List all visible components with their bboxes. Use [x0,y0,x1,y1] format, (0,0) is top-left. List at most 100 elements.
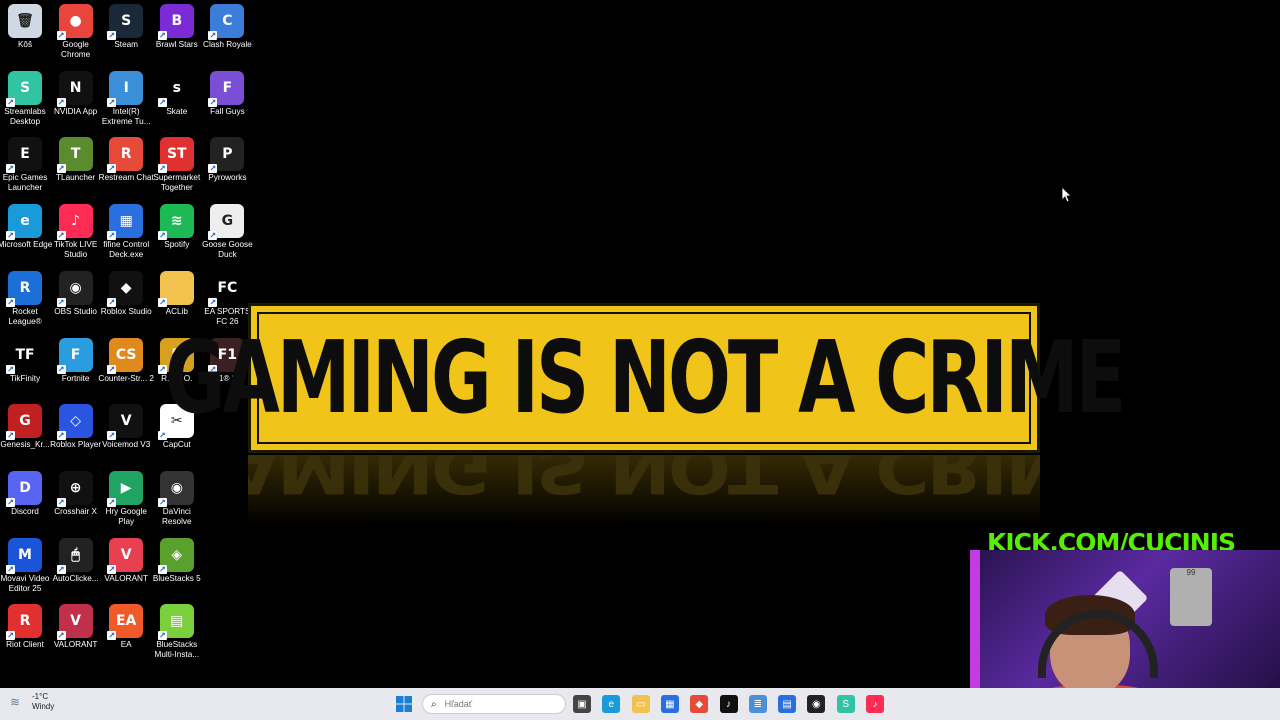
desktop-icon-skate[interactable]: s ↗ Skate [152,70,202,117]
desktop-icon-bluestacks[interactable]: ◈ ↗ BlueStacks 5 [152,537,202,584]
riot-client-icon: R ↗ [6,604,42,641]
desktop-icon-supermarket[interactable]: ST ↗ Supermarket Together [152,137,202,193]
desktop-icon-label: Restream Chat [98,173,154,183]
shortcut-arrow-icon: ↗ [6,431,15,441]
desktop-icon-ea-fc[interactable]: FC ↗ EA SPORTS FC 26 [202,270,252,327]
taskbar-app-red-diamond-icon[interactable]: ◆ [690,695,709,713]
desktop-icon-label: BlueStacks 5 [152,573,201,583]
taskbar-store-icon[interactable]: ▦ [660,695,679,713]
desktop-icon-tikfinity[interactable]: TF ↗ TikFinity [0,337,50,384]
desktop-icon-clash-royale[interactable]: C ↗ Clash Royale [202,4,252,50]
desktop-icon-ea[interactable]: EA ↗ EA [101,604,151,650]
desktop-icon-pyroworks[interactable]: P ↗ Pyroworks [202,137,252,183]
banner-reflection: GAMING IS NOT A CRIME [248,455,1040,525]
desktop-icon-riot-client[interactable]: R ↗ Riot Client [0,604,50,650]
desktop-icon-crosshair[interactable]: ⊕ ↗ Crosshair X [51,470,101,517]
desktop-icon-streamlabs[interactable]: S ↗ Streamlabs Desktop [0,70,50,127]
desktop-icon-chrome[interactable]: ● ↗ Google Chrome [51,4,101,60]
shortcut-arrow-icon: ↗ [6,164,15,174]
desktop-icon-obs[interactable]: ◉ ↗ OBS Studio [51,270,101,317]
shortcut-arrow-icon: ↗ [157,231,167,241]
desktop-icon-tlauncher[interactable]: T ↗ TLauncher [51,137,101,183]
desktop-icon-label: Roblox Player [50,440,102,450]
desktop-icon-valorant[interactable]: V ↗ VALORANT [101,537,151,584]
desktop-icon-label: AutoClicke... [52,573,99,583]
desktop-icon-label: Discord [11,506,39,516]
desktop-icon-tiktok-live[interactable]: ♪ ↗ TikTok LIVE Studio [51,204,101,260]
desktop-icon-steam[interactable]: S ↗ Steam [101,4,151,50]
desktop-icon-label: Voicemod V3 [102,440,151,450]
desktop-icon-label: Rocket League® [8,306,42,326]
taskbar-notepad-icon[interactable]: ≣ [748,695,767,713]
desktop-icon-intel[interactable]: I ↗ Intel(R) Extreme Tu... [101,70,151,127]
roblox-studio-icon: ◆ ↗ [107,270,144,307]
desktop-icon-label: Pyroworks [208,173,247,183]
ea-fc-icon: FC ↗ [208,270,245,307]
steam-icon: S ↗ [107,4,144,40]
desktop-icon-google-play[interactable]: ▶ ↗ Hry Google Play [101,470,151,527]
desktop-icon-label: Epic Games Launcher [2,173,48,193]
desktop-icon-edge[interactable]: e ↗ Microsoft Edge [0,204,52,250]
tlauncher-icon: T ↗ [56,137,93,174]
taskbar-tiktok-live-icon[interactable]: ♪ [866,695,884,713]
desktop-icon-bluestacks-multi[interactable]: ▤ ↗ BlueStacks Multi-Insta... [152,604,202,660]
desktop-icon-genesis[interactable]: G ↗ Genesis_Kr... [0,404,50,450]
desktop-icon-label: Clash Royale [203,40,252,49]
weather-widget[interactable]: ≋ -1°C Windy [10,692,54,712]
desktop-icon-label: Fortnite [61,373,90,383]
desktop-icon-roblox-studio[interactable]: ◆ ↗ Roblox Studio [101,270,152,317]
desktop-icon-voicemod[interactable]: V ↗ Voicemod V3 [101,404,151,450]
search-input[interactable] [442,698,547,710]
desktop-icon-label: Hry Google Play [105,506,147,526]
taskbar-file-explorer-icon[interactable]: ▭ [631,695,650,713]
shortcut-arrow-icon: ↗ [157,631,167,641]
weather-desc: Windy [32,702,55,711]
shortcut-arrow-icon: ↗ [6,564,15,574]
desktop-icon-epic-games[interactable]: E ↗ Epic Games Launcher [0,137,50,193]
taskbar-tiktok-icon[interactable]: ♪ [719,695,738,713]
desktop-icon-nvidia[interactable]: N ↗ NVIDIA App [51,70,101,117]
desktop-icon-recycle-bin[interactable]: 🗑 Kôš [0,4,50,50]
desktop-icon-movavi[interactable]: M ↗ Movavi Video Editor 25 [0,537,50,594]
shortcut-arrow-icon: ↗ [6,364,15,374]
taskbar-streamlabs-icon[interactable]: S [836,695,855,713]
start-button[interactable] [396,696,412,712]
bluestacks-icon: ◈ ↗ [157,537,194,574]
desktop-icon-restream[interactable]: R ↗ Restream Chat [98,137,154,183]
shortcut-arrow-icon: ↗ [56,431,66,441]
desktop-icon-fifine[interactable]: ▦ ↗ fifine Control Deck.exe [101,204,151,260]
rocket-league-icon: R ↗ [6,270,42,307]
desktop-icon-label: Streamlabs Desktop [4,106,46,126]
taskbar-search[interactable]: ⌕ [422,694,566,714]
shortcut-arrow-icon: ↗ [107,231,117,241]
shortcut-arrow-icon: ↗ [107,631,117,641]
taskbar-task-view-icon[interactable]: ▣ [573,695,591,713]
shortcut-arrow-icon: ↗ [56,297,66,307]
counter-strike-icon: CS ↗ [107,337,144,374]
shortcut-arrow-icon: ↗ [6,631,15,641]
desktop-icon-roblox-player[interactable]: ◇ ↗ Roblox Player [50,404,102,450]
desktop-icon-counter-strike[interactable]: CS ↗ Counter-Str... 2 [98,337,154,384]
desktop-icon-davinci[interactable]: ◉ ↗ DaVinci Resolve [152,470,202,527]
taskbar-obs-icon[interactable]: ◉ [807,695,826,713]
desktop-icon-discord[interactable]: D ↗ Discord [0,470,50,517]
desktop-icon-fall-guys[interactable]: F ↗ Fall Guys [202,70,252,117]
desktop-icon-label: NVIDIA App [53,106,98,116]
shortcut-arrow-icon: ↗ [56,564,66,574]
desktop-icon-goose[interactable]: G ↗ Goose Goose Duck [202,204,253,260]
ea-icon: EA ↗ [107,604,144,641]
taskbar-monitor-icon[interactable]: ▤ [778,695,797,713]
crosshair-icon: ⊕ ↗ [56,470,93,507]
desktop-icon-autoclicker[interactable]: 🖱 ↗ AutoClicke... [51,537,101,584]
shortcut-arrow-icon: ↗ [6,97,15,107]
desktop-icon-fortnite[interactable]: F ↗ Fortnite [51,337,101,384]
desktop-icon-folder[interactable]: ↗ ACLib [152,270,202,317]
movavi-icon: M ↗ [6,537,42,574]
desktop-icon-valorant[interactable]: V ↗ VALORANT [51,604,101,650]
desktop-icon-brawl-stars[interactable]: B ↗ Brawl Stars [152,4,202,50]
desktop-icon-spotify[interactable]: ≋ ↗ Spotify [152,204,202,250]
taskbar-edge-icon[interactable]: e [602,695,621,713]
desktop-icon-rocket-league[interactable]: R ↗ Rocket League® [0,270,50,327]
shortcut-arrow-icon: ↗ [107,164,117,174]
shortcut-arrow-icon: ↗ [157,97,167,107]
